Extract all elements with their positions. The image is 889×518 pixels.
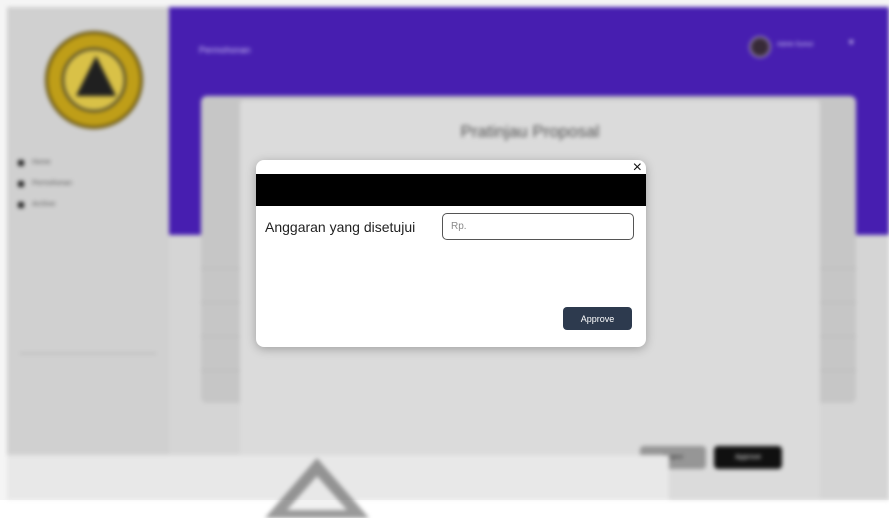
modal-header-banner — [256, 174, 646, 206]
approve-button[interactable]: Approve — [563, 307, 632, 330]
close-icon[interactable]: × — [633, 160, 642, 178]
budget-input[interactable] — [442, 213, 634, 240]
budget-field-label: Anggaran yang disetujui — [265, 219, 416, 235]
approve-budget-modal: × Anggaran yang disetujui Approve — [256, 160, 646, 347]
